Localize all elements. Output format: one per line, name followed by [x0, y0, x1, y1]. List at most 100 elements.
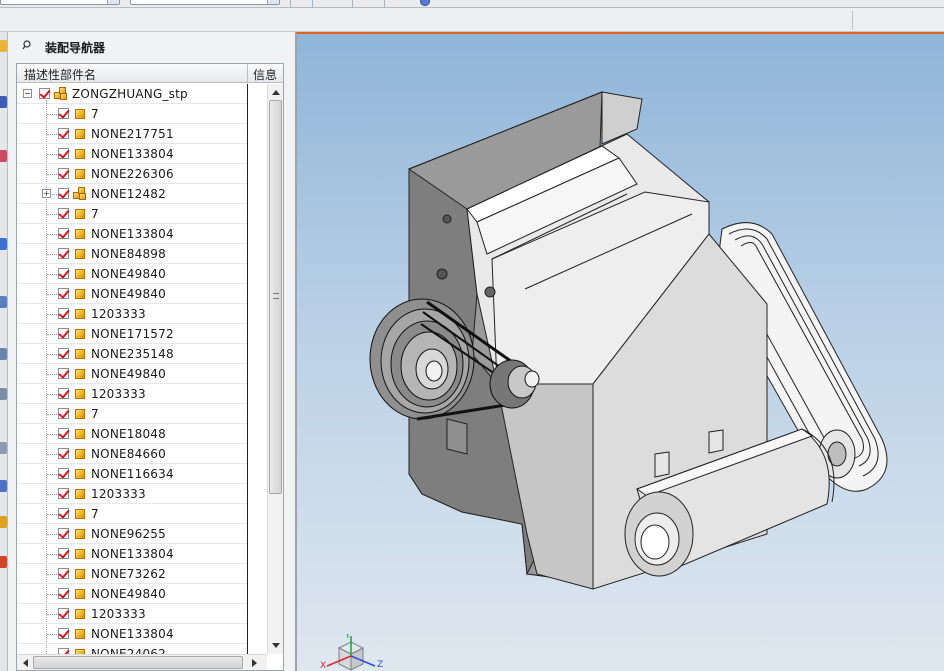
chevron-down-icon[interactable]	[267, 0, 279, 4]
resource-tab-icon[interactable]	[0, 348, 7, 360]
resource-tab-icon[interactable]	[0, 442, 7, 454]
tree-root-row[interactable]: − ZONGZHUANG_stp	[17, 84, 247, 104]
tree-row[interactable]: NONE133804	[17, 144, 247, 164]
checkbox-icon[interactable]	[58, 628, 69, 639]
tree-row[interactable]: NONE133804	[17, 624, 247, 644]
tree-row[interactable]: NONE49840	[17, 264, 247, 284]
tree-row-label: NONE84898	[91, 247, 166, 261]
part-icon	[75, 249, 85, 259]
tree-row[interactable]: NONE49840	[17, 584, 247, 604]
collapse-icon[interactable]: −	[23, 89, 32, 98]
part-icon	[75, 169, 85, 179]
tree-row[interactable]: NONE84660	[17, 444, 247, 464]
pin-icon[interactable]	[22, 40, 32, 50]
tree-row[interactable]: NONE84898	[17, 244, 247, 264]
checkbox-icon[interactable]	[58, 328, 69, 339]
chevron-down-icon[interactable]	[107, 0, 119, 4]
resource-tab-icon[interactable]	[0, 96, 7, 108]
tree-row[interactable]: 7	[17, 404, 247, 424]
checkbox-icon[interactable]	[58, 528, 69, 539]
tree-row[interactable]: 1203333	[17, 384, 247, 404]
tree-row[interactable]: NONE24062	[17, 644, 247, 654]
resource-tab-icon[interactable]	[0, 296, 7, 308]
tree-row[interactable]: NONE18048	[17, 424, 247, 444]
tree-row[interactable]: NONE133804	[17, 224, 247, 244]
graphics-viewport[interactable]: X Y Z	[296, 32, 944, 671]
tree-row[interactable]: NONE96255	[17, 524, 247, 544]
checkbox-icon[interactable]	[58, 608, 69, 619]
checkbox-icon[interactable]	[58, 508, 69, 519]
tree-row[interactable]: 7	[17, 204, 247, 224]
toolbar-combo-1[interactable]	[0, 0, 120, 5]
scroll-left-icon[interactable]	[23, 659, 28, 667]
tree-row-label: NONE12482	[91, 187, 166, 201]
checkbox-icon[interactable]	[58, 588, 69, 599]
checkbox-icon[interactable]	[58, 448, 69, 459]
tree-row[interactable]: NONE235148	[17, 344, 247, 364]
horizontal-scrollbar[interactable]	[17, 654, 267, 670]
checkbox-icon[interactable]	[58, 308, 69, 319]
scrollbar-thumb[interactable]	[33, 656, 243, 669]
tree-row[interactable]: + NONE12482	[17, 184, 247, 204]
tree-row[interactable]: 7	[17, 104, 247, 124]
tree-row[interactable]: NONE116634	[17, 464, 247, 484]
checkbox-icon[interactable]	[58, 368, 69, 379]
checkbox-icon[interactable]	[58, 488, 69, 499]
checkbox-icon[interactable]	[58, 568, 69, 579]
checkbox-icon[interactable]	[58, 428, 69, 439]
help-icon[interactable]	[420, 0, 430, 6]
scrollbar-thumb[interactable]	[269, 100, 282, 494]
tree-row[interactable]: NONE217751	[17, 124, 247, 144]
checkbox-icon[interactable]	[58, 288, 69, 299]
part-icon	[75, 289, 85, 299]
top-toolbar	[0, 0, 944, 8]
checkbox-icon[interactable]	[58, 268, 69, 279]
checkbox-icon[interactable]	[58, 348, 69, 359]
tree-row[interactable]: 1203333	[17, 304, 247, 324]
crusher-model[interactable]	[297, 34, 944, 671]
resource-tab-icon[interactable]	[0, 480, 7, 492]
resource-tab-icon[interactable]	[0, 516, 7, 528]
checkbox-icon[interactable]	[58, 168, 69, 179]
tree-row[interactable]: 7	[17, 504, 247, 524]
vertical-scrollbar[interactable]	[267, 84, 283, 654]
tree-row[interactable]: NONE133804	[17, 544, 247, 564]
part-icon	[75, 529, 85, 539]
checkbox-icon[interactable]	[58, 128, 69, 139]
tree-row-label: 7	[91, 507, 99, 521]
tree-row[interactable]: NONE49840	[17, 364, 247, 384]
scroll-right-icon[interactable]	[252, 659, 257, 667]
checkbox-icon[interactable]	[58, 148, 69, 159]
scroll-down-icon[interactable]	[272, 643, 280, 648]
checkbox-icon[interactable]	[58, 388, 69, 399]
checkbox-icon[interactable]	[58, 188, 69, 199]
toolbar-combo-2[interactable]	[130, 0, 280, 5]
tree-row[interactable]: 1203333	[17, 484, 247, 504]
tree-row[interactable]: NONE171572	[17, 324, 247, 344]
resource-tab-icon[interactable]	[0, 556, 7, 568]
part-icon	[75, 309, 85, 319]
checkbox-icon[interactable]	[58, 408, 69, 419]
resource-tab-icon[interactable]	[0, 40, 7, 52]
part-tree: 描述性部件名 信息 − ZONGZHUANG_stp 7 NONE217751 NO…	[16, 63, 284, 671]
column-divider[interactable]	[247, 64, 248, 83]
column-header-name[interactable]: 描述性部件名	[24, 66, 96, 83]
checkbox-icon[interactable]	[58, 208, 69, 219]
tree-row[interactable]: NONE226306	[17, 164, 247, 184]
column-header-info[interactable]: 信息	[253, 66, 277, 83]
resource-tab-icon[interactable]	[0, 388, 7, 400]
tree-row[interactable]: NONE49840	[17, 284, 247, 304]
checkbox-icon[interactable]	[58, 108, 69, 119]
checkbox-icon[interactable]	[58, 248, 69, 259]
tree-row-label: 7	[91, 207, 99, 221]
checkbox-icon[interactable]	[58, 228, 69, 239]
tree-row[interactable]: 1203333	[17, 604, 247, 624]
expand-icon[interactable]: +	[42, 189, 51, 198]
tree-row[interactable]: NONE73262	[17, 564, 247, 584]
resource-tab-icon[interactable]	[0, 238, 7, 250]
scroll-up-icon[interactable]	[272, 90, 280, 95]
checkbox-icon[interactable]	[39, 88, 50, 99]
resource-tab-icon[interactable]	[0, 150, 7, 162]
checkbox-icon[interactable]	[58, 468, 69, 479]
checkbox-icon[interactable]	[58, 548, 69, 559]
